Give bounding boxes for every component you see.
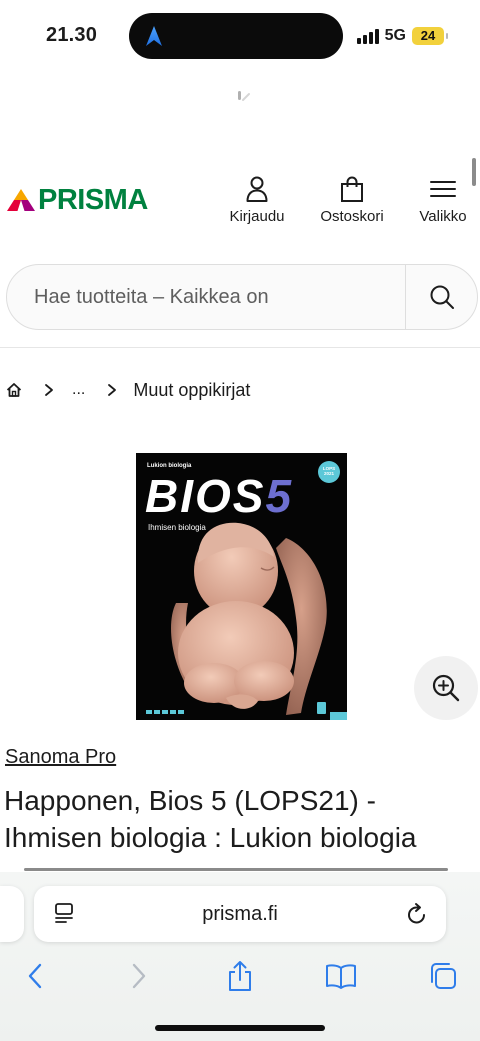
header-divider <box>0 347 480 348</box>
bookmarks-button[interactable] <box>321 956 361 996</box>
battery-icon: 24 <box>412 27 448 45</box>
menu-button[interactable]: Valikko <box>412 176 474 225</box>
login-button[interactable]: Kirjaudu <box>226 176 288 225</box>
search-icon <box>430 285 454 309</box>
search-input[interactable] <box>7 265 405 329</box>
reload-icon[interactable] <box>406 902 428 926</box>
logo-text: PRISMA <box>38 183 148 216</box>
back-button[interactable] <box>15 956 55 996</box>
cover-publisher-logo <box>317 702 326 714</box>
zoom-in-icon <box>432 674 460 702</box>
menu-label: Valikko <box>419 208 467 225</box>
chevron-right-icon <box>107 383 117 397</box>
dynamic-island <box>129 13 343 59</box>
product-title: Happonen, Bios 5 (LOPS21) - Ihmisen biol… <box>4 785 417 853</box>
battery-level: 24 <box>420 28 436 43</box>
breadcrumb-current[interactable]: Muut oppikirjat <box>133 380 250 401</box>
status-time: 21.30 <box>46 24 98 46</box>
cover-publisher-dots <box>146 710 184 714</box>
previous-tab-preview[interactable] <box>0 886 24 942</box>
product-brand-link[interactable]: Sanoma Pro <box>5 746 116 769</box>
home-indicator[interactable] <box>155 1025 325 1031</box>
url-text: prisma.fi <box>202 903 278 925</box>
chevron-right-icon <box>44 383 54 397</box>
login-label: Kirjaudu <box>229 208 285 225</box>
tabs-button[interactable] <box>423 956 463 996</box>
prisma-logo-triangle-icon <box>7 189 35 211</box>
site-header: PRISMA Kirjaudu Ostoskori Valikko <box>0 160 480 240</box>
baby-illustration <box>171 522 327 715</box>
share-icon <box>229 961 251 991</box>
breadcrumb: ... Muut oppikirjat <box>6 378 250 402</box>
page-edge-line <box>24 868 448 871</box>
status-indicators: 5G 24 <box>356 26 448 46</box>
chevron-right-icon <box>132 963 146 989</box>
browser-toolbar: prisma.fi <box>0 868 480 1041</box>
book-icon <box>326 964 356 989</box>
home-icon[interactable] <box>6 382 22 398</box>
cover-stripe <box>330 712 347 720</box>
user-icon <box>246 176 268 202</box>
network-type: 5G <box>384 27 406 44</box>
share-button[interactable] <box>220 956 260 996</box>
forward-button[interactable] <box>119 956 159 996</box>
loading-indicator-icon <box>238 91 250 101</box>
navigation-arrow-icon <box>146 26 162 46</box>
browser-nav-toolbar <box>0 956 480 1000</box>
signal-icon <box>356 28 379 44</box>
tabs-icon <box>431 963 456 989</box>
zoom-button[interactable] <box>414 656 478 720</box>
address-bar[interactable]: prisma.fi <box>34 886 446 942</box>
breadcrumb-ellipsis[interactable]: ... <box>72 381 85 399</box>
search-button[interactable] <box>405 265 477 329</box>
shopping-bag-icon <box>341 176 363 202</box>
hamburger-menu-icon <box>430 181 456 197</box>
search-bar <box>6 264 478 330</box>
prisma-logo[interactable]: PRISMA <box>6 184 148 216</box>
product-cover-image[interactable]: Lukion biologia BIOS5 Ihmisen biologia L… <box>136 453 347 720</box>
cart-button[interactable]: Ostoskori <box>314 176 390 225</box>
cart-label: Ostoskori <box>320 208 384 225</box>
status-bar: 21.30 5G 24 <box>0 0 480 72</box>
chevron-left-icon <box>28 963 42 989</box>
